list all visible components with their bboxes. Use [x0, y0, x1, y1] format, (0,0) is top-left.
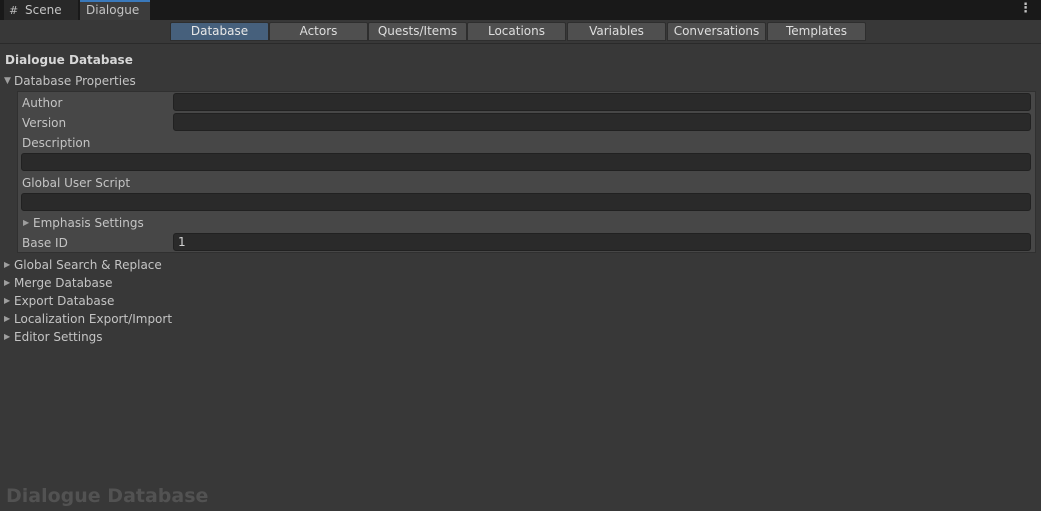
tab-quests-items[interactable]: Quests/Items [368, 22, 467, 41]
foldout-database-properties-label: Database Properties [14, 74, 136, 88]
version-label: Version [22, 116, 67, 130]
global-user-script-label: Global User Script [22, 176, 131, 190]
base-id-field[interactable]: 1 [173, 233, 1031, 251]
more-options-icon[interactable]: ⋮ [1019, 0, 1032, 20]
tab-database[interactable]: Database [170, 22, 269, 41]
foldout-database-properties[interactable]: ▼ Database Properties [4, 73, 136, 89]
triangle-right-icon: ▶ [4, 314, 11, 323]
grid-icon: # [9, 4, 19, 17]
window-tab-scene-label: Scene [25, 3, 62, 17]
watermark-title: Dialogue Database [6, 485, 209, 507]
foldout-label: Export Database [14, 294, 115, 308]
foldout-label: Editor Settings [14, 330, 103, 344]
tab-actors[interactable]: Actors [269, 22, 368, 41]
version-field[interactable] [173, 113, 1031, 131]
tab-conversations[interactable]: Conversations [667, 22, 766, 41]
foldout-global-search-replace[interactable]: ▶ Global Search & Replace [4, 257, 162, 273]
window-tab-scene[interactable]: # Scene [4, 0, 78, 20]
triangle-right-icon: ▶ [23, 218, 30, 227]
global-user-script-field[interactable] [21, 193, 1031, 211]
foldout-label: Merge Database [14, 276, 113, 290]
author-field[interactable] [173, 93, 1031, 111]
window-tab-strip: # Scene Dialogue ⋮ [0, 0, 1041, 20]
tab-templates[interactable]: Templates [767, 22, 866, 41]
triangle-down-icon: ▼ [4, 76, 11, 86]
tab-locations[interactable]: Locations [467, 22, 566, 41]
foldout-label: Localization Export/Import [14, 312, 173, 326]
triangle-right-icon: ▶ [4, 260, 11, 269]
foldout-export-database[interactable]: ▶ Export Database [4, 293, 114, 309]
foldout-emphasis-settings-label: Emphasis Settings [33, 216, 144, 230]
base-id-label: Base ID [22, 236, 68, 250]
foldout-label: Global Search & Replace [14, 258, 162, 272]
foldout-localization-export-import[interactable]: ▶ Localization Export/Import [4, 311, 172, 327]
page-title: Dialogue Database [5, 53, 133, 67]
foldout-merge-database[interactable]: ▶ Merge Database [4, 275, 113, 291]
triangle-right-icon: ▶ [4, 296, 11, 305]
description-field[interactable] [21, 153, 1031, 171]
window-tab-dialogue[interactable]: Dialogue [80, 0, 150, 20]
triangle-right-icon: ▶ [4, 332, 11, 341]
triangle-right-icon: ▶ [4, 278, 11, 287]
editor-toolbar: Database Actors Quests/Items Locations V… [0, 20, 1041, 44]
description-label: Description [22, 136, 91, 150]
window-tab-dialogue-label: Dialogue [86, 3, 140, 17]
tab-variables[interactable]: Variables [567, 22, 666, 41]
foldout-editor-settings[interactable]: ▶ Editor Settings [4, 329, 103, 345]
author-label: Author [22, 96, 63, 110]
foldout-emphasis-settings[interactable]: ▶ Emphasis Settings [23, 215, 144, 231]
